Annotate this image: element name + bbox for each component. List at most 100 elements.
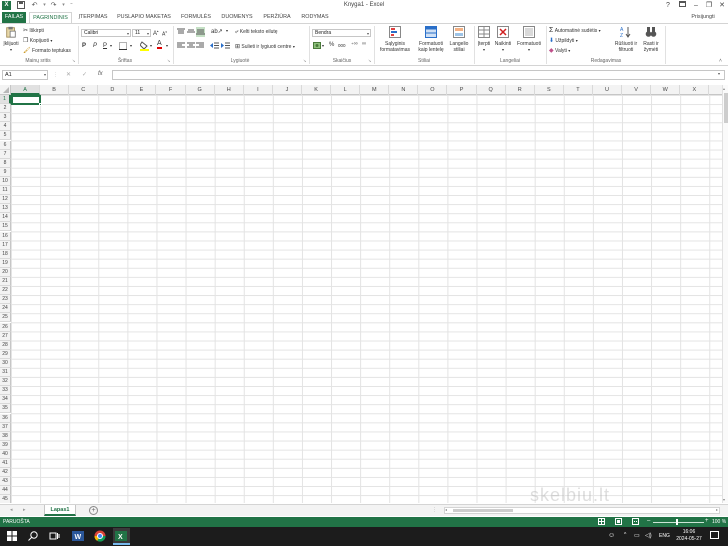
column-header[interactable]: F	[157, 85, 186, 95]
row-header[interactable]: 36	[0, 413, 11, 423]
row-header[interactable]: 10	[0, 176, 11, 186]
row-header[interactable]: 41	[0, 459, 11, 469]
format-dropdown-icon[interactable]: ▾	[514, 47, 544, 53]
row-header[interactable]: 26	[0, 322, 11, 332]
insert-function-button[interactable]: fx	[98, 71, 103, 77]
search-icon[interactable]	[27, 530, 40, 543]
cell-area[interactable]	[11, 95, 722, 503]
row-header[interactable]: 43	[0, 477, 11, 487]
windows-start-icon[interactable]	[6, 530, 19, 543]
tab-home[interactable]: PAGRINDINIS	[29, 12, 72, 23]
close-icon[interactable]: ✕	[716, 1, 728, 10]
chrome-app-icon[interactable]	[94, 530, 107, 543]
row-header[interactable]: 21	[0, 277, 11, 287]
format-as-table-button[interactable]: Formatuoti kaip lentelę	[415, 26, 447, 53]
cell-styles-button[interactable]: Langelio stiliai	[447, 26, 471, 53]
row-header[interactable]: 6	[0, 140, 11, 150]
row-header[interactable]: 3	[0, 113, 11, 123]
autosum-button[interactable]: Σ Automatinė sudėtis ▾	[549, 27, 601, 34]
find-select-button[interactable]: Rasti ir žymėti	[640, 26, 662, 53]
paste-dropdown-icon[interactable]: ▾	[2, 47, 20, 53]
enter-entry-icon[interactable]: ✓	[82, 71, 87, 78]
row-header[interactable]: 24	[0, 304, 11, 314]
grow-font-icon[interactable]: A▴	[153, 29, 159, 37]
bold-button[interactable]: P	[82, 43, 86, 49]
sheet-tab-lapas1[interactable]: Lapas1	[44, 505, 76, 516]
insert-dropdown-icon[interactable]: ▾	[476, 47, 492, 53]
fill-color-icon[interactable]	[139, 41, 149, 53]
row-header[interactable]: 17	[0, 240, 11, 250]
scroll-left-icon[interactable]: ◂	[445, 507, 447, 512]
column-header[interactable]: V	[622, 85, 652, 95]
number-format-dropdown-icon[interactable]: ▾	[367, 30, 369, 37]
tab-file[interactable]: FAILAS	[2, 12, 26, 23]
clipboard-launcher-icon[interactable]: ↘	[72, 58, 75, 63]
column-header[interactable]: X	[680, 85, 710, 95]
sign-in-link[interactable]: Prisijungti	[680, 12, 726, 23]
column-header[interactable]: D	[98, 85, 128, 95]
accounting-dropdown-icon[interactable]: ▾	[322, 43, 324, 48]
worksheet-grid[interactable]: ABCDEFGHIJKLMNOPQRSTUVWX 1 2 3 4 5 6 7 8 9 10 11 12…	[0, 85, 722, 503]
row-header[interactable]: 18	[0, 249, 11, 259]
column-header[interactable]: A	[11, 85, 41, 95]
row-header[interactable]: 13	[0, 204, 11, 214]
merge-center-button[interactable]: ⊞ Sulieti ir lygiuoti centre ▾	[235, 43, 295, 50]
column-header[interactable]: L	[331, 85, 361, 95]
row-header[interactable]: 14	[0, 213, 11, 223]
row-header[interactable]: 44	[0, 486, 11, 496]
column-header[interactable]: J	[273, 85, 302, 95]
vertical-scrollbar[interactable]: ▴ ▾	[722, 85, 728, 503]
row-header[interactable]: 2	[0, 104, 11, 114]
comma-style-button[interactable]: 000	[338, 43, 346, 48]
column-header[interactable]: U	[593, 85, 623, 95]
increase-indent-icon[interactable]	[221, 42, 230, 51]
notifications-icon[interactable]	[710, 531, 719, 542]
align-middle-icon[interactable]	[187, 28, 195, 37]
horizontal-scroll-thumb[interactable]	[453, 509, 513, 512]
active-cell[interactable]	[11, 95, 41, 105]
column-header[interactable]: H	[215, 85, 244, 95]
font-color-dropdown-icon[interactable]: ▾	[166, 43, 168, 48]
row-header[interactable]: 42	[0, 468, 11, 478]
wrap-text-button[interactable]: ⤶ Kelti teksto eilutę	[235, 29, 278, 36]
row-header[interactable]: 11	[0, 186, 11, 196]
restore-icon[interactable]: ❐	[703, 1, 715, 10]
number-launcher-icon[interactable]: ↘	[368, 58, 371, 63]
row-header[interactable]: 23	[0, 295, 11, 305]
row-header[interactable]: 5	[0, 131, 11, 141]
row-header[interactable]: 45	[0, 495, 11, 503]
tab-data[interactable]: DUOMENYS	[218, 12, 256, 23]
row-header[interactable]: 29	[0, 349, 11, 359]
autosum-dropdown-icon[interactable]: ▾	[599, 28, 601, 33]
row-header[interactable]: 16	[0, 231, 11, 241]
font-name-dropdown-icon[interactable]: ▾	[127, 30, 129, 37]
alignment-launcher-icon[interactable]: ↘	[303, 58, 306, 63]
row-header[interactable]: 39	[0, 440, 11, 450]
cut-button[interactable]: ✂ Iškirpti	[23, 27, 44, 34]
paste-button[interactable]: Įklijuoti ▾	[2, 26, 20, 53]
font-size-combo[interactable]: 11 ▾	[132, 29, 151, 37]
format-cells-button[interactable]: Formatuoti ▾	[514, 26, 544, 53]
vertical-scroll-thumb[interactable]	[724, 93, 728, 123]
minimize-icon[interactable]: –	[690, 1, 702, 10]
italic-button[interactable]: P	[93, 43, 97, 49]
row-header[interactable]: 19	[0, 258, 11, 268]
zoom-out-icon[interactable]: –	[647, 518, 650, 524]
align-bottom-icon[interactable]	[196, 27, 205, 37]
underline-dropdown-icon[interactable]: ▾	[110, 43, 112, 48]
decrease-decimal-icon[interactable]: ⁰⁰	[362, 42, 366, 48]
row-header[interactable]: 35	[0, 404, 11, 414]
row-header[interactable]: 33	[0, 386, 11, 396]
expand-formula-bar-icon[interactable]: ▾	[718, 71, 720, 76]
column-header[interactable]: O	[418, 85, 448, 95]
name-box-dropdown-icon[interactable]: ▾	[44, 71, 46, 79]
taskbar-clock[interactable]: 16:06 2024-05-27	[674, 529, 704, 543]
ribbon-display-options-icon[interactable]	[676, 1, 688, 10]
people-icon[interactable]: ☺	[608, 532, 615, 539]
column-header[interactable]: M	[360, 85, 390, 95]
column-header[interactable]: N	[389, 85, 419, 95]
column-header[interactable]: R	[506, 85, 535, 95]
volume-icon[interactable]: ◁)	[645, 532, 652, 539]
column-header[interactable]: G	[186, 85, 215, 95]
insert-cells-button[interactable]: Įterpti ▾	[476, 26, 492, 53]
